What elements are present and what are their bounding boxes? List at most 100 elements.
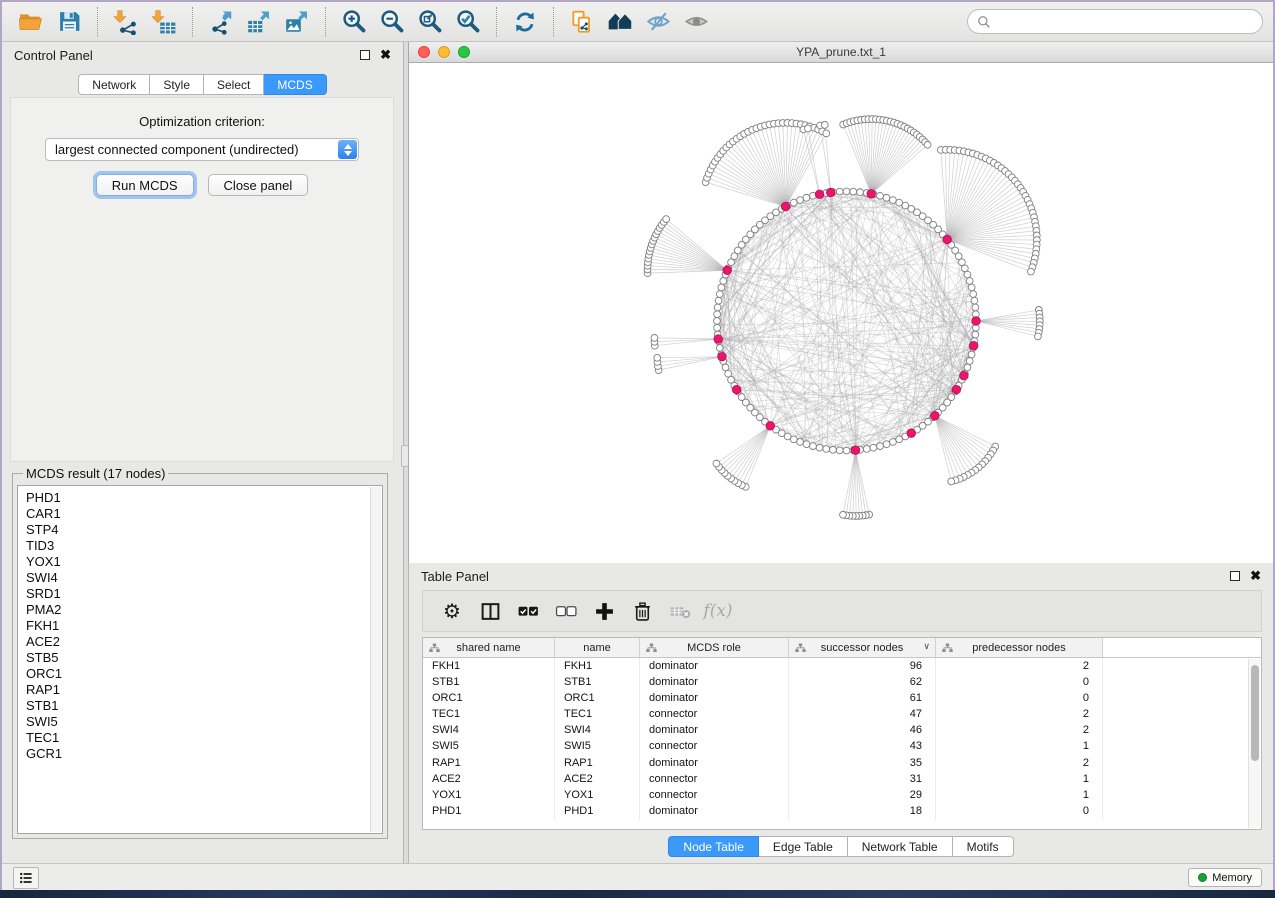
memory-status-icon [1198,873,1207,882]
table-cell: 2 [936,755,1103,771]
table-row[interactable]: ORC1ORC1dominator610 [423,690,1261,706]
mcds-result-item[interactable]: SWI5 [26,714,382,730]
table-row[interactable]: STB1STB1dominator620 [423,674,1261,690]
mcds-result-item[interactable]: YOX1 [26,554,382,570]
column-header-successor-nodes[interactable]: successor nodes∨ [789,638,936,657]
houses-button[interactable] [601,5,639,39]
mcds-result-item[interactable]: FKH1 [26,618,382,634]
float-panel-icon[interactable] [360,50,370,60]
refresh-button[interactable] [506,5,544,39]
network-canvas[interactable] [409,63,1273,563]
import-table-icon [151,9,177,35]
criterion-dropdown[interactable]: largest connected component (undirected) [45,138,359,161]
table-scrollbar[interactable] [1248,659,1260,828]
split-columns-button[interactable] [471,594,509,628]
zoom-fit-icon [417,8,444,35]
table-cell: 35 [789,755,936,771]
export-image-button[interactable] [278,5,316,39]
import-network-button[interactable] [107,5,145,39]
open-file-button[interactable] [12,5,50,39]
save-button[interactable] [50,5,88,39]
network-window-title: YPA_prune.txt_1 [409,45,1273,59]
table-row[interactable]: FKH1FKH1dominator962 [423,658,1261,674]
export-table-icon [246,9,272,35]
mcds-result-item[interactable]: GCR1 [26,746,382,762]
zoom-out-button[interactable] [373,5,411,39]
mcds-result-item[interactable]: SWI4 [26,570,382,586]
mcds-result-item[interactable]: SRD1 [26,586,382,602]
column-header-shared-name[interactable]: shared name [423,638,555,657]
table-row[interactable]: RAP1RAP1dominator352 [423,755,1261,771]
deselect-all-button[interactable] [547,594,585,628]
zoom-fit-button[interactable] [411,5,449,39]
table-cell: connector [640,707,789,723]
close-panel-button[interactable]: Close panel [208,174,309,196]
column-header-name[interactable]: name [555,638,640,657]
column-header-mcds-role[interactable]: MCDS role [640,638,789,657]
search-field[interactable] [967,9,1263,34]
tab-motifs[interactable]: Motifs [953,836,1014,857]
delete-column-button[interactable] [623,594,661,628]
search-input[interactable] [997,15,1253,29]
select-all-icon [517,600,540,623]
toolbar-separator [553,7,554,37]
mcds-result-item[interactable]: TID3 [26,538,382,554]
open-folder-icon [18,9,44,35]
right-region: YPA_prune.txt_1 Table Panel ✖ [408,42,1273,863]
split-columns-icon [480,601,501,622]
mcds-result-item[interactable]: CAR1 [26,506,382,522]
mcds-result-item[interactable]: STB1 [26,698,382,714]
table-row[interactable]: SWI5SWI5connector431 [423,739,1261,755]
tab-network[interactable]: Network [78,74,150,95]
table-settings-button[interactable]: ⚙ [433,594,471,628]
tab-node-table[interactable]: Node Table [668,836,759,857]
run-mcds-button[interactable]: Run MCDS [96,174,194,196]
table-cell: 62 [789,674,936,690]
tab-edge-table[interactable]: Edge Table [759,836,848,857]
mcds-result-item[interactable]: STP4 [26,522,382,538]
mcds-result-item[interactable]: RAP1 [26,682,382,698]
export-network-button[interactable] [202,5,240,39]
float-panel-icon[interactable] [1230,571,1240,581]
zoom-selected-button[interactable] [449,5,487,39]
mcds-result-item[interactable]: STB5 [26,650,382,666]
mcds-result-item[interactable]: PHD1 [26,490,382,506]
network-graph[interactable] [409,63,1273,563]
toolbar-separator [192,7,193,37]
mcds-result-list[interactable]: PHD1CAR1STP4TID3YOX1SWI4SRD1PMA2FKH1ACE2… [17,485,383,834]
table-row[interactable]: ACE2ACE2connector311 [423,771,1261,787]
mcds-result-item[interactable]: PMA2 [26,602,382,618]
import-table-button[interactable] [145,5,183,39]
criterion-dropdown-value: largest connected component (undirected) [55,142,299,157]
tab-style[interactable]: Style [150,74,204,95]
tab-select[interactable]: Select [204,74,264,95]
mcds-list-scrollbar[interactable] [370,487,381,832]
mcds-result-item[interactable]: ORC1 [26,666,382,682]
table-cell: 0 [936,690,1103,706]
table-cell: 31 [789,771,936,787]
column-header-predecessor-nodes[interactable]: predecessor nodes [936,638,1103,657]
mcds-result-item[interactable]: TEC1 [26,730,382,746]
tab-network-table[interactable]: Network Table [848,836,953,857]
export-table-button[interactable] [240,5,278,39]
network-window-titlebar[interactable]: YPA_prune.txt_1 [409,42,1273,63]
table-row[interactable]: SWI4SWI4dominator462 [423,723,1261,739]
show-panels-button[interactable] [13,867,39,889]
zoom-in-button[interactable] [335,5,373,39]
tab-mcds[interactable]: MCDS [264,74,326,95]
select-all-button[interactable] [509,594,547,628]
add-column-button[interactable] [585,594,623,628]
mcds-result-item[interactable]: ACE2 [26,634,382,650]
close-panel-icon[interactable]: ✖ [380,50,391,60]
table-row[interactable]: TEC1TEC1connector472 [423,707,1261,723]
table-row[interactable]: PHD1PHD1dominator180 [423,804,1261,820]
function-icon: f(x) [703,601,732,621]
duplicate-network-button[interactable] [563,5,601,39]
close-panel-icon[interactable]: ✖ [1250,571,1261,581]
table-cell: 2 [936,707,1103,723]
memory-button[interactable]: Memory [1188,868,1262,887]
zoom-out-icon [379,8,406,35]
hide-selected-button[interactable] [639,5,677,39]
table-scrollbar-thumb[interactable] [1251,665,1259,761]
table-row[interactable]: YOX1YOX1connector291 [423,788,1261,804]
